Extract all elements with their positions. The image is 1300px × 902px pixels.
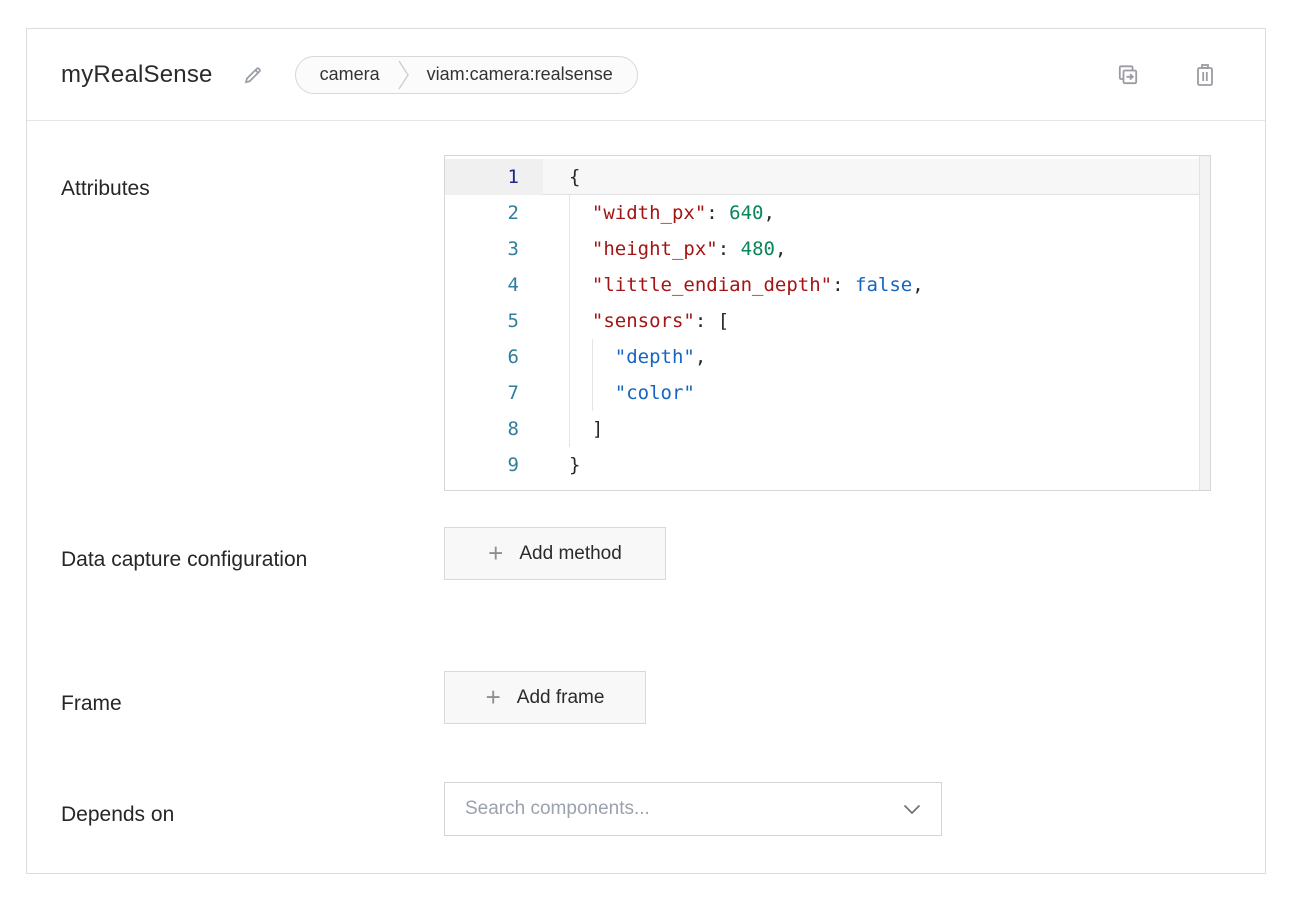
edit-name-button[interactable] (241, 63, 265, 87)
line-number: 1 (445, 159, 543, 195)
editor-scrollbar[interactable] (1199, 156, 1210, 490)
duplicate-button[interactable] (1115, 62, 1141, 88)
code-token: , (695, 346, 706, 368)
component-model: viam:camera:realsense (427, 64, 613, 85)
code-token: 480 (741, 238, 775, 260)
indent-guide (569, 231, 570, 267)
line-number: 3 (445, 231, 543, 267)
add-method-label: Add method (519, 543, 621, 565)
code-line-content: "depth", (543, 339, 1200, 375)
code-token: : [ (695, 310, 729, 332)
attributes-code-editor[interactable]: 1{2 "width_px": 640,3 "height_px": 480,4… (444, 155, 1211, 491)
duplicate-icon (1115, 62, 1141, 88)
chevron-down-icon (903, 804, 921, 815)
add-frame-label: Add frame (517, 687, 605, 709)
depends-on-label: Depends on (61, 782, 311, 835)
code-token: : (718, 238, 741, 260)
code-token: , (912, 274, 923, 296)
code-token (569, 238, 592, 260)
code-token: "width_px" (592, 202, 706, 224)
component-category: camera (320, 64, 380, 85)
indent-guide (569, 195, 570, 231)
add-frame-button[interactable]: + Add frame (444, 671, 646, 724)
code-line-content: "height_px": 480, (543, 231, 1200, 267)
code-line: 3 "height_px": 480, (445, 231, 1200, 267)
code-line: 4 "little_endian_depth": false, (445, 267, 1200, 303)
code-line: 9} (445, 447, 1200, 483)
code-line-content: "width_px": 640, (543, 195, 1200, 231)
search-components-input[interactable] (463, 797, 903, 821)
code-token (569, 310, 592, 332)
header-actions (1115, 62, 1217, 88)
code-token: { (569, 166, 580, 188)
line-number: 7 (445, 375, 543, 411)
data-capture-row: Data capture configuration + Add method (61, 527, 1231, 580)
code-line-content: { (543, 159, 1200, 195)
code-token: } (569, 454, 580, 476)
indent-guide (592, 375, 593, 411)
component-card: myRealSense camera viam:camera:realsense (26, 28, 1266, 874)
code-token: ] (569, 418, 603, 440)
line-number: 9 (445, 447, 543, 483)
code-token: "height_px" (592, 238, 718, 260)
component-card-header: myRealSense camera viam:camera:realsense (27, 29, 1265, 121)
attributes-row: Attributes 1{2 "width_px": 640,3 "height… (61, 155, 1231, 491)
code-token: "sensors" (592, 310, 695, 332)
chevron-right-icon (398, 56, 409, 94)
code-token: : (706, 202, 729, 224)
code-token: false (855, 274, 912, 296)
line-number: 6 (445, 339, 543, 375)
code-token: , (775, 238, 786, 260)
indent-guide (592, 339, 593, 375)
indent-guide (569, 267, 570, 303)
frame-label: Frame (61, 671, 311, 724)
code-line: 2 "width_px": 640, (445, 195, 1200, 231)
code-token: : (832, 274, 855, 296)
code-line-content: "sensors": [ (543, 303, 1200, 339)
data-capture-label: Data capture configuration (61, 527, 311, 580)
plus-icon: + (486, 684, 501, 710)
code-line-content: } (543, 447, 1200, 483)
add-method-button[interactable]: + Add method (444, 527, 666, 580)
code-token (569, 202, 592, 224)
code-line: 8 ] (445, 411, 1200, 447)
depends-on-select[interactable] (444, 782, 942, 836)
depends-on-row: Depends on (61, 782, 1231, 836)
pencil-icon (241, 63, 265, 87)
code-token (569, 274, 592, 296)
code-line: 6 "depth", (445, 339, 1200, 375)
code-token: "color" (615, 382, 695, 404)
code-line-content: "little_endian_depth": false, (543, 267, 1200, 303)
indent-guide (569, 303, 570, 339)
code-line-content: "color" (543, 375, 1200, 411)
frame-row: Frame + Add frame (61, 671, 1231, 724)
component-type-badge[interactable]: camera viam:camera:realsense (295, 56, 638, 94)
component-card-body: Attributes 1{2 "width_px": 640,3 "height… (27, 121, 1265, 836)
code-token: , (764, 202, 775, 224)
code-line-content: ] (543, 411, 1200, 447)
code-line: 7 "color" (445, 375, 1200, 411)
component-name: myRealSense (61, 61, 213, 89)
line-number: 8 (445, 411, 543, 447)
line-number: 4 (445, 267, 543, 303)
indent-guide (569, 411, 570, 447)
line-number: 5 (445, 303, 543, 339)
code-line: 1{ (445, 159, 1200, 195)
delete-button[interactable] (1193, 62, 1217, 88)
code-token: 640 (729, 202, 763, 224)
code-lines: 1{2 "width_px": 640,3 "height_px": 480,4… (445, 156, 1200, 490)
trash-icon (1193, 62, 1217, 88)
code-token: "little_endian_depth" (592, 274, 832, 296)
attributes-label: Attributes (61, 155, 311, 209)
code-token: "depth" (615, 346, 695, 368)
code-line: 5 "sensors": [ (445, 303, 1200, 339)
plus-icon: + (488, 540, 503, 566)
indent-guide (569, 375, 570, 411)
indent-guide (569, 339, 570, 375)
line-number: 2 (445, 195, 543, 231)
